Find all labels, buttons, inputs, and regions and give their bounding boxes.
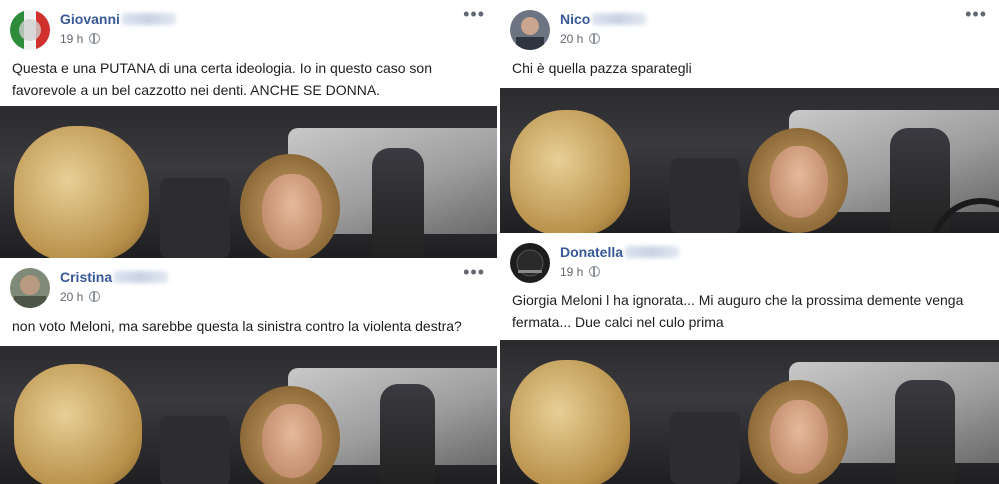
video-thumbnail[interactable] xyxy=(500,88,999,233)
blurred-surname xyxy=(592,13,647,25)
timestamp[interactable]: 20 h xyxy=(560,32,583,46)
blurred-surname xyxy=(114,271,169,283)
avatar[interactable] xyxy=(510,243,550,283)
more-options-icon[interactable]: ••• xyxy=(965,4,987,25)
post-meta: 20 h xyxy=(60,290,101,304)
post-text: non voto Meloni, ma sarebbe questa la si… xyxy=(12,318,462,334)
post-donatella: Donatella 19 h Giorgia Meloni l ha ignor… xyxy=(500,233,999,340)
avatar[interactable] xyxy=(510,10,550,50)
video-thumbnail[interactable] xyxy=(500,340,999,484)
avatar[interactable] xyxy=(10,10,50,50)
timestamp[interactable]: 19 h xyxy=(60,32,83,46)
globe-icon xyxy=(589,266,601,277)
avatar[interactable] xyxy=(10,268,50,308)
post-text: Giorgia Meloni l ha ignorata... Mi augur… xyxy=(512,292,964,330)
timestamp[interactable]: 19 h xyxy=(560,265,583,279)
more-options-icon[interactable]: ••• xyxy=(463,4,485,25)
post-header: Donatella 19 h xyxy=(500,233,999,287)
globe-icon xyxy=(89,33,101,44)
post-header: Nico 20 h ••• xyxy=(500,0,999,54)
blurred-surname xyxy=(625,246,680,258)
author-name[interactable]: Cristina xyxy=(60,269,169,285)
post-meta: 19 h xyxy=(560,265,601,279)
post-meta: 20 h xyxy=(560,32,601,46)
globe-icon xyxy=(589,33,601,44)
author-name[interactable]: Donatella xyxy=(560,244,680,260)
globe-icon xyxy=(89,291,101,302)
post-meta: 19 h xyxy=(60,32,101,46)
post-header: Cristina 20 h ••• xyxy=(0,258,497,312)
post-text: Chi è quella pazza sparategli xyxy=(512,60,692,76)
post-header: Giovanni 19 h ••• xyxy=(0,0,497,54)
author-name[interactable]: Giovanni xyxy=(60,11,176,27)
video-thumbnail[interactable] xyxy=(0,346,497,484)
more-options-icon[interactable]: ••• xyxy=(463,262,485,283)
post-cristina: Cristina 20 h ••• non voto Meloni, ma sa… xyxy=(0,258,497,346)
post-giovanni: Giovanni 19 h ••• Questa e una PUTANA di… xyxy=(0,0,497,106)
timestamp[interactable]: 20 h xyxy=(60,290,83,304)
blurred-surname xyxy=(121,13,176,25)
post-text: Questa e una PUTANA di una certa ideolog… xyxy=(12,60,432,98)
video-thumbnail[interactable] xyxy=(0,106,497,258)
post-nico: Nico 20 h ••• Chi è quella pazza sparate… xyxy=(500,0,999,88)
author-name[interactable]: Nico xyxy=(560,11,647,27)
